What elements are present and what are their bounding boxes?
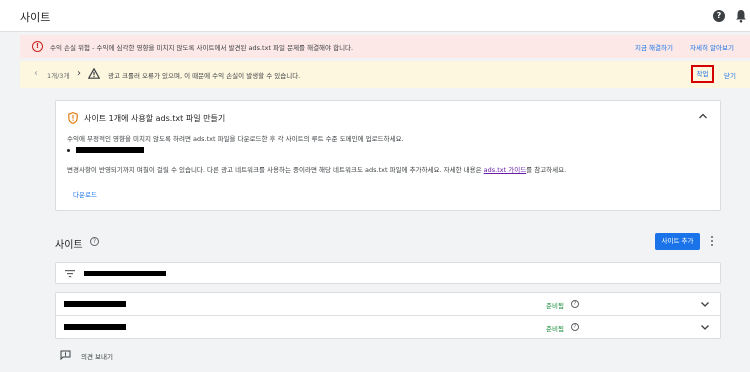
- page-title: 사이트: [20, 11, 51, 24]
- card-note-text: 변경사항이 반영되기까지 며칠이 걸릴 수 있습니다. 다른 광고 네트워크를 …: [67, 166, 484, 174]
- send-feedback-link[interactable]: 의견 보내기: [81, 351, 113, 361]
- alert-pager: 1개/3개: [47, 72, 70, 80]
- redacted-site-domain: [76, 147, 144, 153]
- list-bullet: [67, 149, 70, 152]
- site-status: 준비됨: [546, 302, 564, 310]
- site-row[interactable]: 준비됨 ?: [56, 316, 720, 339]
- card-description: 수익에 부정적인 영향을 미치지 않도록 하려면 ads.txt 파일을 다운로…: [67, 135, 404, 143]
- ads-txt-card: 사이트 1개에 사용할 ads.txt 파일 만들기 수익에 부정적인 영향을 …: [55, 100, 721, 211]
- redacted-filter-text: [84, 271, 166, 276]
- card-title: 사이트 1개에 사용할 ads.txt 파일 만들기: [84, 114, 226, 123]
- learn-more-link[interactable]: 자세히 알아보기: [690, 42, 734, 52]
- sites-section-title: 사이트: [55, 240, 83, 251]
- more-vert-icon[interactable]: [710, 236, 714, 247]
- warning-icon: [88, 68, 100, 79]
- help-icon[interactable]: ?: [713, 10, 725, 22]
- close-button[interactable]: 닫기: [724, 70, 736, 80]
- filter-bar[interactable]: [55, 262, 721, 284]
- chevron-down-icon[interactable]: [700, 299, 710, 309]
- card-note: 변경사항이 반영되기까지 며칠이 걸릴 수 있습니다. 다른 광고 네트워크를 …: [67, 164, 566, 174]
- action-button[interactable]: 작업: [691, 65, 714, 83]
- error-icon: !: [32, 41, 43, 52]
- shield-icon: [68, 112, 78, 124]
- sites-list: 준비됨 ? 준비됨 ?: [55, 292, 721, 339]
- bell-icon[interactable]: [735, 9, 747, 23]
- redacted-site-name: [64, 324, 126, 330]
- site-row[interactable]: 준비됨 ?: [56, 293, 720, 316]
- risk-alert-banner: ! 수익 손실 위험 - 수익에 심각한 영향을 미치지 않도록 사이트에서 발…: [20, 35, 750, 58]
- risk-alert-message: 수익 손실 위험 - 수익에 심각한 영향을 미치지 않도록 사이트에서 발견된…: [50, 44, 354, 52]
- add-site-button[interactable]: 사이트 추가: [655, 233, 700, 250]
- chevron-up-icon[interactable]: [698, 111, 708, 121]
- ads-txt-guide-link[interactable]: ads.txt 가이드: [484, 166, 527, 174]
- info-icon[interactable]: ?: [571, 300, 579, 308]
- filter-icon[interactable]: [65, 269, 75, 278]
- chevron-left-icon[interactable]: ‹: [34, 68, 38, 79]
- crawler-alert-banner: ‹ 1개/3개 › 광고 크롤러 오류가 있으며, 이 때문에 수익 손실이 발…: [20, 61, 750, 88]
- site-status: 준비됨: [546, 325, 564, 333]
- top-app-bar: 사이트 ?: [0, 0, 750, 32]
- info-icon[interactable]: ?: [571, 323, 579, 331]
- chevron-right-icon[interactable]: ›: [77, 68, 81, 79]
- feedback-icon[interactable]: [60, 350, 71, 360]
- redacted-site-name: [64, 301, 126, 307]
- help-icon[interactable]: ?: [90, 237, 99, 246]
- chevron-down-icon[interactable]: [700, 322, 710, 332]
- fix-now-link[interactable]: 지금 해결하기: [635, 42, 673, 52]
- card-note-suffix: 를 참고하세요.: [526, 166, 567, 174]
- download-link[interactable]: 다운로드: [73, 189, 97, 199]
- crawler-alert-message: 광고 크롤러 오류가 있으며, 이 때문에 수익 손실이 발생할 수 있습니다.: [108, 72, 301, 80]
